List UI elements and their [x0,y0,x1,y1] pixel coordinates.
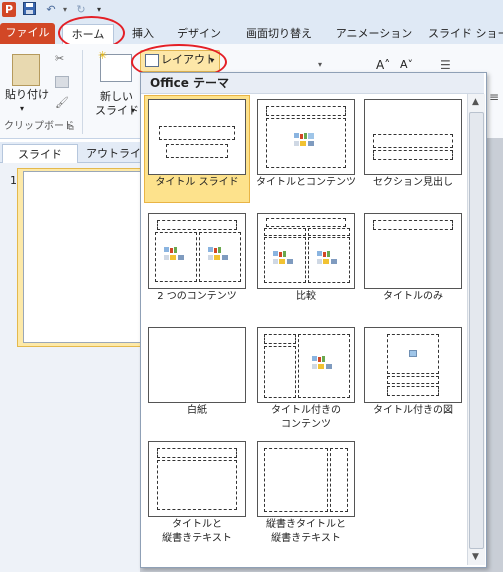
placeholder-text [264,346,296,398]
tab-file[interactable]: ファイル [0,23,55,44]
layout-title-and-content[interactable]: タイトルとコンテンツ [254,96,358,202]
placeholder-title [157,220,237,230]
placeholder-title [266,106,346,116]
placeholder-heading-left [264,228,306,236]
group-divider [82,50,83,134]
layout-picture-with-caption[interactable]: タイトル付きの図 [361,324,465,430]
scroll-up-icon[interactable]: ▲ [467,94,484,110]
layout-label: タイトルとコンテンツ [256,177,356,188]
slide-number: 1 [10,174,17,187]
tab-animations[interactable]: アニメーション [333,24,415,44]
layout-preview [257,327,355,403]
format-painter-icon[interactable]: 🖌 [55,96,69,110]
grow-font-icon[interactable]: A˄ [376,58,390,72]
cut-icon[interactable]: ✂ [55,52,64,66]
placeholder-title [157,448,237,458]
scroll-down-icon[interactable]: ▼ [467,549,484,565]
layout-title-slide[interactable]: タイトル スライド [144,95,250,203]
placeholder-vertical-text [264,448,328,512]
tab-slideshow[interactable]: スライド ショー [428,24,503,44]
paste-button-label[interactable]: 貼り付け [5,88,49,102]
placeholder-subtitle [166,144,228,158]
layout-two-content[interactable]: 2 つのコンテンツ [145,210,249,316]
shrink-font-icon[interactable]: A˅ [400,58,413,71]
paste-icon[interactable] [12,54,40,86]
save-icon[interactable] [22,2,36,17]
undo-icon[interactable]: ↶ [44,2,58,17]
layout-label: タイトルのみ [383,291,443,302]
placeholder-vertical-title [330,448,348,512]
scrollbar-thumb[interactable] [469,112,484,549]
content-icons [294,133,316,147]
placeholder-vertical-text [157,460,237,510]
paste-dropdown-icon[interactable]: ▾ [20,102,24,116]
tab-transitions[interactable]: 画面切り替え [240,24,318,44]
layout-blank[interactable]: 白紙 [145,324,249,430]
layout-label: セクション見出し [373,177,453,188]
tab-insert[interactable]: 挿入 [126,24,160,44]
placeholder-title [266,218,346,227]
new-slide-label-1[interactable]: 新しい [100,90,133,104]
new-slide-dropdown-icon[interactable]: ▾ [131,104,135,118]
layout-comparison[interactable]: 比較 [254,210,358,316]
placeholder-title [373,134,453,148]
layout-label: タイトルと 縦書きテキスト [162,519,232,544]
redo-icon[interactable]: ↻ [74,2,88,17]
layout-preview [148,213,246,289]
placeholder-title [373,220,453,230]
layout-preview [257,99,355,175]
placeholder-heading-right [308,228,350,236]
layout-preview [364,99,462,175]
copy-icon[interactable] [55,76,69,88]
clipboard-launcher-icon[interactable]: ⧉ [68,121,74,135]
bullets-icon[interactable]: ☰ [440,58,451,72]
tab-design[interactable]: デザイン [174,24,224,44]
placeholder-text [373,150,453,160]
placeholder-title [264,334,296,344]
layout-title-and-vertical-text[interactable]: タイトルと 縦書きテキスト [145,438,249,544]
font-dropdown-icon[interactable]: ▾ [318,58,330,72]
layout-preview [364,213,462,289]
layout-label: タイトル スライド [155,177,239,188]
align-icon[interactable]: ≡ [489,90,499,104]
layout-preview [148,327,246,403]
tab-slides-pane[interactable]: スライド [2,144,78,164]
content-icons [273,251,295,265]
layout-preview [148,99,246,175]
layout-label: 比較 [296,291,316,302]
undo-dropdown-icon[interactable]: ▾ [60,2,70,17]
customize-qat-icon[interactable]: ▾ [94,2,104,17]
content-icons [317,251,339,265]
layout-section-header[interactable]: セクション見出し [361,96,465,202]
layout-label: 2 つのコンテンツ [157,291,237,302]
layout-preview [257,213,355,289]
placeholder-title [387,376,439,384]
layout-content-with-caption[interactable]: タイトル付きの コンテンツ [254,324,358,430]
content-icons [208,247,230,261]
layout-preview [257,441,355,517]
gallery-theme-title: Office テーマ [150,76,230,90]
layout-title-only[interactable]: タイトルのみ [361,210,465,316]
layout-label: タイトル付きの コンテンツ [271,405,341,430]
slide-thumbnail[interactable] [23,171,142,343]
clipboard-group-label: クリップボード [4,121,74,132]
placeholder-title [159,126,235,140]
layout-label: 白紙 [187,405,207,416]
layout-label: タイトル付きの図 [373,405,453,416]
layout-preview [364,327,462,403]
powerpoint-app-icon[interactable]: P [2,2,16,17]
layout-preview [148,441,246,517]
layout-label: 縦書きタイトルと 縦書きテキスト [266,519,346,544]
placeholder-text [387,386,439,396]
picture-icon [409,350,417,357]
content-icons [164,247,186,261]
new-slide-star-icon: ✳ [98,49,108,62]
tab-outline-pane[interactable]: アウトライン [78,144,148,163]
content-icons [312,356,334,370]
layout-vertical-title-and-text[interactable]: 縦書きタイトルと 縦書きテキスト [254,438,358,544]
